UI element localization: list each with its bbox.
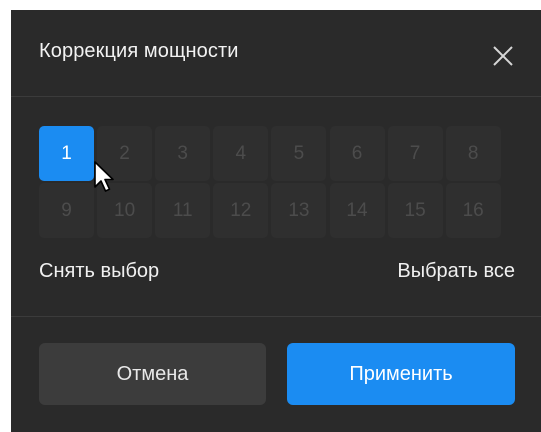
channel-button-4[interactable]: 4	[213, 126, 269, 181]
apply-button[interactable]: Применить	[287, 343, 515, 405]
channel-button-9[interactable]: 9	[39, 183, 94, 238]
channel-button-14[interactable]: 14	[329, 183, 385, 238]
selection-links: Снять выбор Выбрать все	[11, 256, 541, 296]
footer-divider	[11, 316, 541, 317]
select-all-button[interactable]: Выбрать все	[397, 260, 515, 283]
channel-button-5[interactable]: 5	[271, 126, 327, 181]
close-button[interactable]	[486, 39, 520, 73]
cancel-button[interactable]: Отмена	[39, 343, 266, 405]
channel-button-7[interactable]: 7	[387, 126, 443, 181]
channel-grid: 1 2 3 4 5 6 7 8 9 10 11 12 13 14 15 16	[39, 126, 515, 238]
channel-button-12[interactable]: 12	[213, 183, 269, 238]
power-correction-dialog: Коррекция мощности 1 2 3 4 5 6 7 8 9 10 11 12 13 14 15…	[11, 10, 541, 432]
header-divider	[11, 96, 541, 97]
dialog-header: Коррекция мощности	[11, 10, 541, 96]
channel-button-13[interactable]: 13	[271, 183, 327, 238]
channel-button-16[interactable]: 16	[445, 183, 501, 238]
dialog-title: Коррекция мощности	[39, 40, 239, 62]
channel-button-2[interactable]: 2	[97, 126, 153, 181]
channel-button-15[interactable]: 15	[387, 183, 443, 238]
deselect-button[interactable]: Снять выбор	[39, 260, 159, 283]
close-icon	[493, 46, 513, 66]
channel-button-1[interactable]: 1	[39, 126, 94, 181]
channel-button-8[interactable]: 8	[445, 126, 501, 181]
channel-button-10[interactable]: 10	[97, 183, 153, 238]
channel-button-6[interactable]: 6	[329, 126, 385, 181]
channel-button-11[interactable]: 11	[155, 183, 211, 238]
channel-button-3[interactable]: 3	[155, 126, 211, 181]
